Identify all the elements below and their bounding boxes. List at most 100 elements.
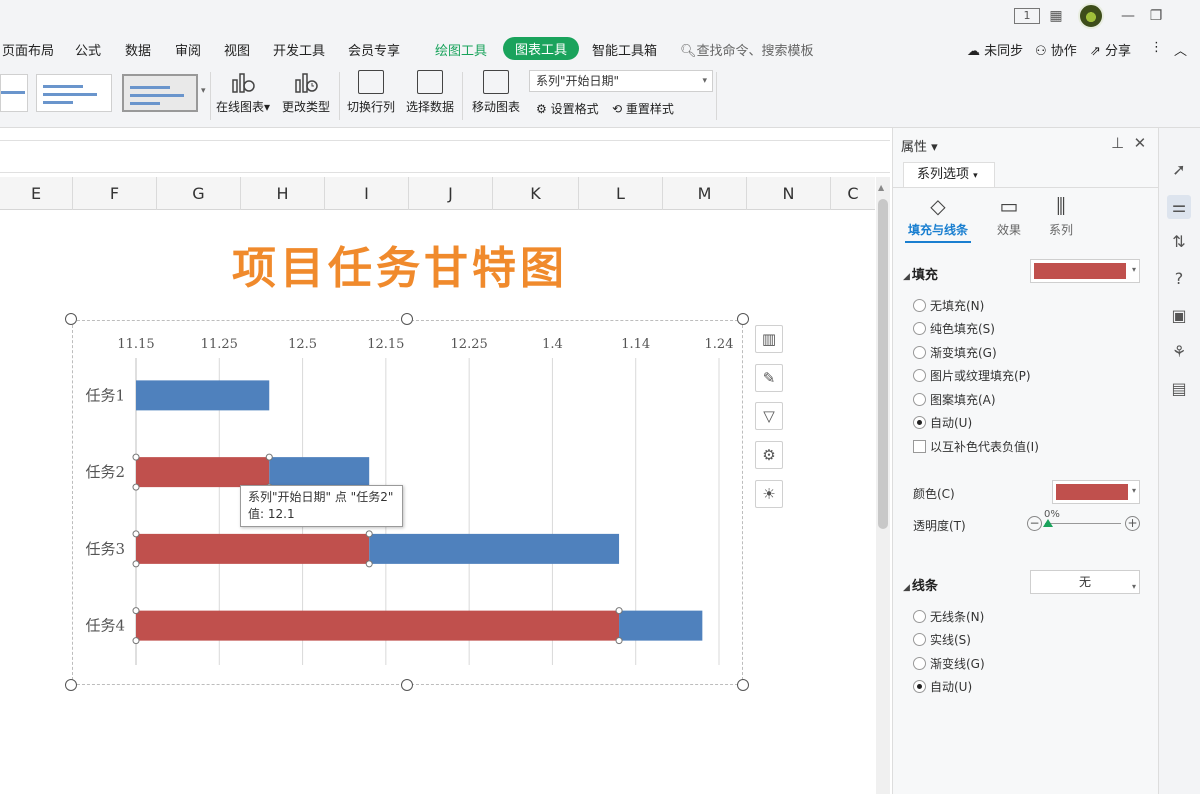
collab-button[interactable]: ⚇ 协作 — [1035, 40, 1077, 59]
switch-rowcol-button[interactable]: 切换行列 — [345, 70, 397, 115]
line-section-header[interactable]: ◢ 线条 — [903, 575, 938, 594]
change-type-icon — [293, 70, 319, 94]
fill-option[interactable]: 无填充(N) — [913, 297, 984, 314]
chart-idea-icon[interactable]: ☀ — [755, 480, 783, 508]
fill-option[interactable]: 图案填充(A) — [913, 391, 996, 408]
menu-smart-toolbox[interactable]: 智能工具箱 — [592, 40, 657, 59]
resize-handle[interactable] — [65, 313, 77, 325]
resize-handle[interactable] — [401, 313, 413, 325]
transparency-slider[interactable] — [1045, 523, 1121, 524]
scroll-thumb[interactable] — [878, 199, 888, 529]
menu-data[interactable]: 数据 — [125, 40, 151, 59]
series-select[interactable]: 系列"开始日期" ▾ — [529, 70, 713, 92]
select-data-button[interactable]: 选择数据 — [404, 70, 456, 115]
resize-handle[interactable] — [737, 313, 749, 325]
resize-handle[interactable] — [737, 679, 749, 691]
col-header[interactable]: H — [241, 177, 325, 210]
menu-formula[interactable]: 公式 — [75, 40, 101, 59]
collapse-icon: ◢ — [903, 272, 910, 282]
chart-elements-icon[interactable]: ▥ — [755, 325, 783, 353]
close-icon[interactable]: ✕ — [1134, 134, 1147, 152]
formula-bar[interactable] — [0, 140, 890, 173]
col-header[interactable]: K — [493, 177, 579, 210]
col-header[interactable]: N — [747, 177, 831, 210]
image-icon[interactable]: ▣ — [1167, 304, 1191, 328]
line-option[interactable]: 渐变线(G) — [913, 655, 985, 672]
fill-color-dropdown[interactable]: ▾ — [1030, 259, 1140, 283]
tab-effects[interactable]: ▭ 效果 — [985, 194, 1033, 238]
minimize-icon[interactable]: — — [1118, 6, 1138, 26]
menu-developer[interactable]: 开发工具 — [273, 40, 325, 59]
scroll-up-icon[interactable]: ▲ — [878, 183, 884, 192]
more-icon[interactable]: ⋮ — [1150, 40, 1163, 55]
transparency-decrease-icon[interactable]: − — [1027, 516, 1042, 531]
style-gallery-more-icon[interactable]: ▾ — [201, 86, 206, 96]
line-option[interactable]: 无线条(N) — [913, 608, 984, 625]
avatar[interactable] — [1078, 3, 1104, 29]
style-thumb-2[interactable] — [36, 74, 112, 112]
tab-series[interactable]: ⫼ 系列 — [1039, 194, 1083, 238]
reset-style-button[interactable]: ⟲ 重置样式 — [612, 100, 674, 117]
menu-view[interactable]: 视图 — [224, 40, 250, 59]
chart-style-brush-icon[interactable]: ✎ — [755, 364, 783, 392]
sync-status[interactable]: ☁ 未同步 — [967, 40, 1023, 59]
move-chart-button[interactable]: 移动图表 — [470, 70, 522, 115]
pointer-icon[interactable]: ➚ — [1167, 158, 1191, 182]
tooltip-line1: 系列"开始日期" 点 "任务2" — [248, 490, 394, 504]
grid-icon[interactable]: ▦ — [1046, 6, 1066, 26]
color-dropdown[interactable]: ▾ — [1052, 480, 1140, 504]
col-header[interactable]: E — [0, 177, 73, 210]
vertical-scrollbar[interactable]: ▲ — [876, 177, 890, 794]
fill-option[interactable]: 纯色填充(S) — [913, 320, 995, 337]
vector-icon[interactable]: ⚘ — [1167, 340, 1191, 364]
page-view-icon[interactable]: 1 — [1014, 8, 1040, 24]
online-chart-button[interactable]: 在线图表▾ — [214, 70, 272, 115]
chart-filter-icon[interactable]: ▽ — [755, 402, 783, 430]
share-button[interactable]: ⇗ 分享 — [1090, 40, 1131, 59]
fill-section-header[interactable]: ◢ 填充 — [903, 264, 938, 283]
menu-member[interactable]: 会员专享 — [348, 40, 400, 59]
line-dropdown[interactable]: 无 ▾ — [1030, 570, 1140, 594]
menu-drawing-tools[interactable]: 绘图工具 — [435, 40, 487, 59]
transparency-increase-icon[interactable]: + — [1125, 516, 1140, 531]
transparency-slider-thumb[interactable] — [1043, 519, 1053, 527]
col-header[interactable]: C — [831, 177, 875, 210]
menu-chart-tools[interactable]: 图表工具 — [503, 37, 580, 60]
set-format-button[interactable]: ⚙︎ 设置格式 — [536, 100, 599, 117]
line-option-selected[interactable]: 自动(U) — [913, 678, 972, 695]
restore-icon[interactable]: ❐ — [1146, 6, 1166, 26]
tab-fill-line[interactable]: ◇ 填充与线条 — [905, 194, 971, 243]
invert-negative-checkbox[interactable]: 以互补色代表负值(I) — [913, 438, 1039, 455]
search-command[interactable]: 🔍︎查找命令、搜索模板 — [680, 40, 814, 59]
change-type-button[interactable]: 更改类型 — [279, 70, 333, 115]
radio-icon — [913, 369, 926, 382]
resize-handle[interactable] — [401, 679, 413, 691]
menu-page-layout[interactable]: 页面布局 — [2, 40, 54, 59]
fill-option-selected[interactable]: 自动(U) — [913, 414, 972, 431]
col-header[interactable]: F — [73, 177, 157, 210]
fill-option[interactable]: 图片或纹理填充(P) — [913, 367, 1031, 384]
fill-option[interactable]: 渐变填充(G) — [913, 344, 997, 361]
properties-icon[interactable]: ⚌ — [1167, 195, 1191, 219]
line-option[interactable]: 实线(S) — [913, 631, 971, 648]
col-header[interactable]: G — [157, 177, 241, 210]
col-header[interactable]: M — [663, 177, 747, 210]
pin-icon[interactable]: ⊥ — [1111, 134, 1124, 152]
tab-series-options[interactable]: 系列选项 ▾ — [903, 162, 995, 188]
transform-icon[interactable]: ⇅ — [1167, 230, 1191, 254]
chart-frame[interactable] — [72, 320, 743, 685]
menu-review[interactable]: 审阅 — [175, 40, 201, 59]
book-icon[interactable]: ▤ — [1167, 377, 1191, 401]
resize-handle[interactable] — [65, 679, 77, 691]
style-thumb-3[interactable] — [122, 74, 198, 112]
col-header[interactable]: I — [325, 177, 409, 210]
chevron-down-icon: ▾ — [1131, 265, 1136, 274]
col-header[interactable]: L — [579, 177, 663, 210]
style-thumb-1[interactable] — [0, 74, 28, 112]
help-icon[interactable]: ? — [1167, 267, 1191, 291]
chart-title[interactable]: 项目任务甘特图 — [232, 232, 568, 296]
col-header[interactable]: J — [409, 177, 493, 210]
collapse-ribbon-icon[interactable]: ︿ — [1174, 40, 1187, 59]
chart-settings-icon[interactable]: ⚙︎ — [755, 441, 783, 469]
panel-title[interactable]: 属性 ▾ — [901, 136, 938, 155]
